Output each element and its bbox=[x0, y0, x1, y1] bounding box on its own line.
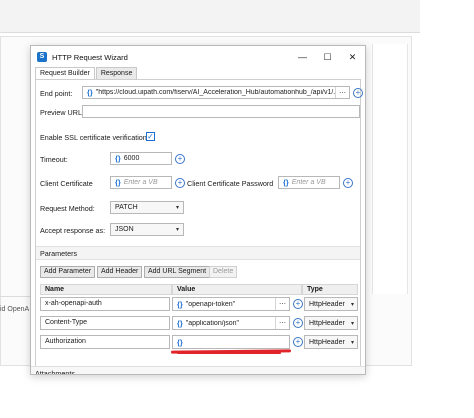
add-header-button[interactable]: Add Header bbox=[97, 266, 143, 278]
request-method-value: PATCH bbox=[115, 204, 138, 211]
background-divider bbox=[0, 296, 30, 297]
client-certificate-input[interactable]: {} Enter a VB bbox=[110, 176, 172, 189]
param-row-3-type: HttpHeader bbox=[309, 338, 345, 346]
end-point-plus-icon[interactable]: + bbox=[353, 88, 363, 98]
param-row-2-value-text: "application/json" bbox=[185, 319, 239, 327]
close-button[interactable]: ✕ bbox=[340, 46, 365, 68]
row-1-expression-icon: {} bbox=[177, 299, 183, 309]
column-header-value: Value bbox=[172, 284, 302, 295]
end-point-input[interactable]: {} "https://cloud.uipath.com/fiserv/AI_A… bbox=[82, 86, 350, 99]
chevron-down-icon: ▾ bbox=[175, 227, 179, 233]
request-builder-panel: End point: {} "https://cloud.uipath.com/… bbox=[35, 79, 363, 374]
accept-response-select[interactable]: JSON ▾ bbox=[110, 223, 184, 236]
dialog-tabs: Request Builder Response bbox=[35, 67, 138, 79]
param-row-1-type-select[interactable]: HttpHeader ▾ bbox=[304, 297, 358, 311]
accept-response-value: JSON bbox=[115, 226, 134, 233]
client-certificate-plus-icon[interactable]: + bbox=[175, 178, 185, 188]
param-row-1-value-text: "openapi-token" bbox=[185, 300, 236, 308]
end-point-label: End point: bbox=[40, 89, 73, 98]
param-row-2-type: HttpHeader bbox=[309, 319, 345, 327]
wizard-app-icon: S bbox=[37, 52, 47, 62]
tab-response[interactable]: Response bbox=[95, 67, 138, 79]
tab-request-builder[interactable]: Request Builder bbox=[35, 67, 95, 79]
dialog-titlebar[interactable]: S HTTP Request Wizard — ☐ ✕ bbox=[31, 46, 365, 68]
client-certificate-password-label: Client Certificate Password bbox=[187, 179, 274, 188]
chevron-down-icon: ▾ bbox=[350, 339, 354, 346]
param-row-3-value[interactable]: {} bbox=[172, 335, 290, 349]
add-url-segment-button[interactable]: Add URL Segment bbox=[144, 266, 211, 278]
delete-button[interactable]: Delete bbox=[209, 266, 238, 278]
client-certificate-password-plus-icon[interactable]: + bbox=[343, 178, 353, 188]
client-certificate-label: Client Certificate bbox=[40, 179, 93, 188]
column-header-name: Name bbox=[40, 284, 172, 295]
end-point-value: "https://cloud.uipath.com/fiserv/AI_Acce… bbox=[95, 89, 335, 96]
chevron-down-icon: ▾ bbox=[175, 205, 179, 211]
client-certificate-expression-icon: {} bbox=[115, 178, 121, 187]
expression-icon: {} bbox=[87, 88, 93, 97]
accept-response-label: Accept response as: bbox=[40, 226, 106, 235]
dialog-title: HTTP Request Wizard bbox=[52, 52, 128, 62]
preview-url-field[interactable] bbox=[82, 105, 360, 118]
param-row-2-value[interactable]: {} "application/json" ⋯ bbox=[172, 316, 290, 330]
row-2-plus-icon[interactable]: + bbox=[293, 318, 303, 328]
param-row-3-type-select[interactable]: HttpHeader ▾ bbox=[304, 335, 358, 349]
add-parameter-button[interactable]: Add Parameter bbox=[40, 266, 96, 278]
preview-url-label: Preview URL: bbox=[40, 108, 84, 117]
row-3-expression-icon: {} bbox=[177, 337, 183, 347]
request-method-select[interactable]: PATCH ▾ bbox=[110, 201, 184, 214]
param-row-2-type-select[interactable]: HttpHeader ▾ bbox=[304, 316, 358, 330]
column-header-type: Type bbox=[302, 284, 358, 295]
client-certificate-password-placeholder: Enter a VB bbox=[291, 179, 326, 186]
parameters-section-header[interactable]: Parameters bbox=[36, 246, 360, 260]
timeout-plus-icon[interactable]: + bbox=[175, 154, 185, 164]
row-1-plus-icon[interactable]: + bbox=[293, 299, 303, 309]
param-row-1-type: HttpHeader bbox=[309, 300, 345, 308]
row-1-more-button[interactable]: ⋯ bbox=[275, 298, 289, 310]
request-method-label: Request Method: bbox=[40, 204, 95, 213]
background-inner-panel bbox=[372, 44, 408, 294]
maximize-button[interactable]: ☐ bbox=[315, 46, 340, 68]
row-2-expression-icon: {} bbox=[177, 318, 183, 328]
end-point-more-button[interactable]: ⋯ bbox=[335, 87, 349, 98]
background-truncated-text: id OpenA bbox=[0, 306, 30, 313]
background-toolbar bbox=[0, 0, 420, 33]
ssl-checkbox[interactable]: ✓ bbox=[146, 132, 155, 141]
param-row-2-name[interactable]: Content-Type bbox=[40, 316, 170, 330]
password-expression-icon: {} bbox=[283, 178, 289, 187]
client-certificate-placeholder: Enter a VB bbox=[123, 179, 158, 186]
minimize-button[interactable]: — bbox=[290, 46, 315, 68]
param-row-1-name[interactable]: x-ah-openapi-auth bbox=[40, 297, 170, 311]
row-3-plus-icon[interactable]: + bbox=[293, 337, 303, 347]
attachments-section-header[interactable]: Attachments bbox=[31, 366, 365, 374]
http-request-wizard-dialog: S HTTP Request Wizard — ☐ ✕ Request Buil… bbox=[30, 45, 366, 375]
param-row-3-name[interactable]: Authorization bbox=[40, 335, 170, 349]
redaction-mark bbox=[177, 352, 281, 354]
ssl-label: Enable SSL certificate verification bbox=[40, 133, 147, 142]
param-row-1-value[interactable]: {} "openapi-token" ⋯ bbox=[172, 297, 290, 311]
client-certificate-password-input[interactable]: {} Enter a VB bbox=[278, 176, 340, 189]
row-2-more-button[interactable]: ⋯ bbox=[275, 317, 289, 329]
chevron-down-icon: ▾ bbox=[350, 301, 354, 308]
timeout-value: 6000 bbox=[123, 155, 140, 162]
timeout-input[interactable]: {} 6000 bbox=[110, 152, 172, 165]
timeout-label: Timeout: bbox=[40, 155, 68, 164]
chevron-down-icon: ▾ bbox=[350, 320, 354, 327]
timeout-expression-icon: {} bbox=[115, 154, 121, 163]
